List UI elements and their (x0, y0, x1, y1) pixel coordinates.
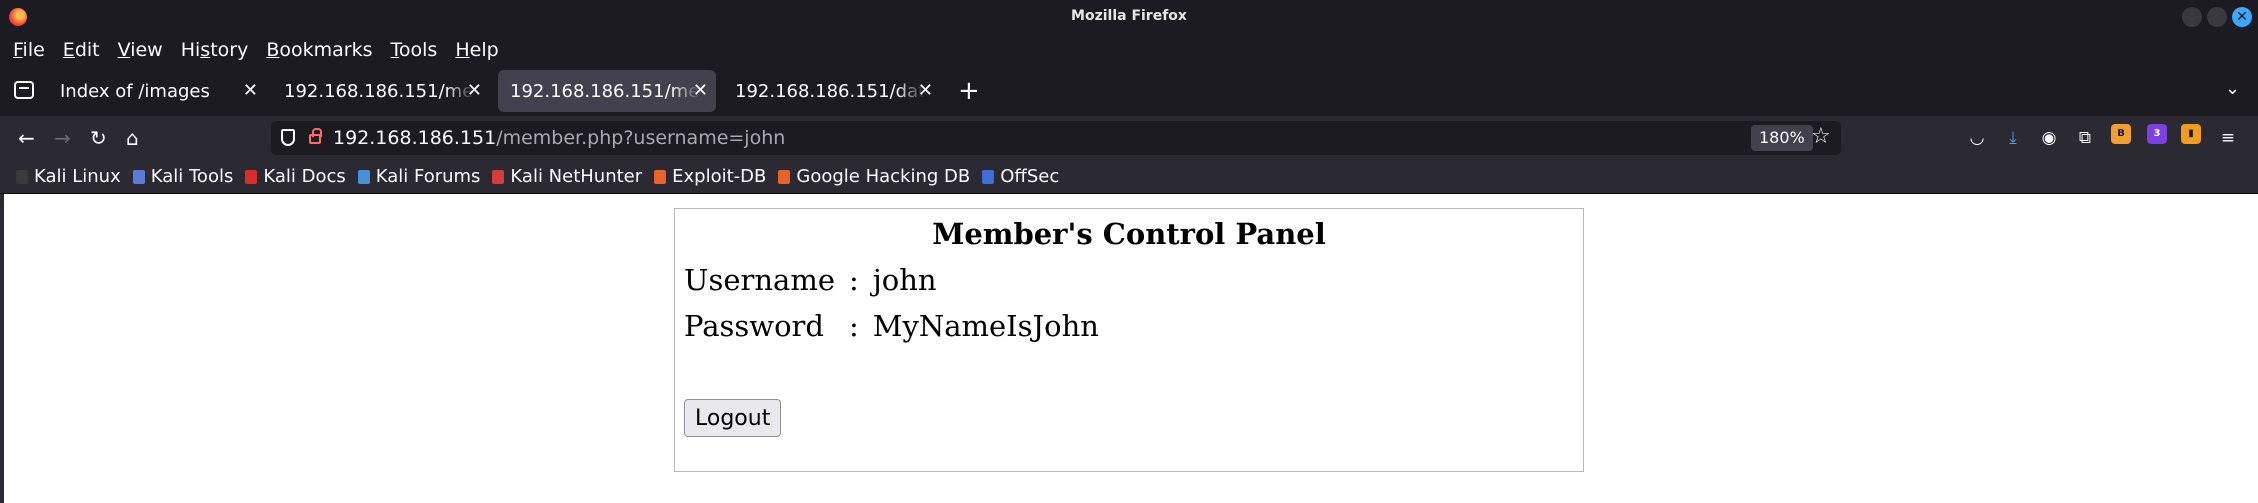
maximize-button[interactable] (2207, 7, 2227, 27)
reload-icon[interactable]: ↻ (90, 126, 107, 150)
zoom-level-button[interactable]: 180% (1751, 125, 1813, 151)
bookmark-favicon-icon (982, 169, 995, 184)
page-title: Member's Control Panel (932, 217, 1326, 251)
forward-arrow-icon[interactable]: → (54, 126, 71, 150)
username-value: john (872, 263, 937, 297)
bookmark-offsec[interactable]: OffSec (982, 166, 1059, 187)
tab-close-icon[interactable]: ✕ (918, 80, 933, 101)
tab-close-icon[interactable]: ✕ (243, 80, 258, 101)
member-control-panel: Member's Control Panel Username : john P… (674, 208, 1584, 472)
table-row: Password : MyNameIsJohn (682, 307, 1101, 353)
page-viewport: Member's Control Panel Username : john P… (0, 194, 2258, 503)
tab-member-php[interactable]: 192.168.186.151/member.php ✕ (272, 70, 490, 112)
tab-label: 192.168.186.151/member.php?username=john (510, 80, 700, 102)
credentials-table: Username : john Password : MyNameIsJohn (682, 261, 1101, 353)
address-bar[interactable]: 192.168.186.151/member.php?username=john… (271, 121, 1841, 155)
bookmark-label: Kali Forums (375, 166, 481, 187)
tab-database[interactable]: 192.168.186.151/database ✕ (723, 70, 941, 112)
bookmark-label: Kali Docs (263, 166, 346, 187)
navigation-toolbar: ← → ↻ ⌂ 192.168.186.151/member.php?usern… (0, 116, 2258, 160)
firefox-view-icon[interactable] (14, 81, 34, 99)
bookmark-label: Kali Tools (150, 166, 234, 187)
extension-purple-icon[interactable]: 3 (2147, 124, 2167, 144)
menu-item-view[interactable]: View (118, 39, 163, 61)
close-window-button[interactable]: ✕ (2232, 7, 2252, 27)
password-value: MyNameIsJohn (872, 309, 1099, 343)
bookmark-label: Google Hacking DB (796, 166, 971, 187)
table-row: Username : john (682, 261, 1101, 307)
tab-label: Index of /images (60, 80, 210, 102)
extension-orange-icon[interactable]: ▮ (2181, 124, 2201, 144)
bookmark-favicon-icon (492, 169, 505, 184)
separator: : (848, 309, 859, 343)
logout-button[interactable]: Logout (684, 399, 782, 437)
bookmarks-toolbar: Kali Linux Kali Tools Kali Docs Kali Forums… (0, 160, 2258, 194)
hamburger-menu-icon[interactable]: ≡ (2218, 128, 2238, 148)
bookmark-favicon-icon (654, 169, 667, 184)
bookmark-label: Kali NetHunter (510, 166, 643, 187)
extensions-icon[interactable]: ⧉ (2075, 128, 2095, 148)
bookmark-kali-tools[interactable]: Kali Tools (132, 166, 234, 187)
bookmark-star-icon[interactable]: ☆ (1811, 124, 1831, 149)
menu-item-help[interactable]: Help (455, 39, 498, 61)
username-label: Username (684, 263, 835, 297)
window-title: Mozilla Firefox (1071, 8, 1187, 24)
bookmark-kali-forums[interactable]: Kali Forums (357, 166, 481, 187)
list-all-tabs-chevron-icon[interactable]: ⌄ (2225, 78, 2240, 99)
extension-badge-count: 3 (2153, 128, 2161, 139)
new-tab-button[interactable]: + (958, 76, 980, 106)
home-icon[interactable]: ⌂ (126, 126, 139, 150)
menu-item-bookmarks[interactable]: Bookmarks (266, 39, 372, 61)
burp-extension-icon[interactable]: B (2111, 124, 2131, 144)
menu-item-history[interactable]: History (181, 39, 249, 61)
pocket-icon[interactable]: ◡ (1967, 128, 1987, 148)
bookmark-favicon-icon (132, 169, 145, 184)
separator: : (848, 263, 859, 297)
tab-label: 192.168.186.151/member.php (284, 80, 474, 102)
bookmark-exploit-db[interactable]: Exploit-DB (654, 166, 766, 187)
bookmark-favicon-icon (357, 169, 370, 184)
back-arrow-icon[interactable]: ← (18, 126, 35, 150)
tab-strip: Index of /images ✕ 192.168.186.151/membe… (0, 66, 2258, 116)
sidebar-edge (0, 194, 4, 503)
url-text[interactable]: 192.168.186.151/member.php?username=john (333, 127, 785, 149)
tab-close-icon[interactable]: ✕ (693, 80, 708, 101)
url-host: 192.168.186.151 (333, 127, 497, 149)
password-label: Password (684, 309, 824, 343)
download-icon[interactable]: ⤓ (2003, 128, 2023, 148)
menu-item-file[interactable]: File (13, 39, 45, 61)
tracking-shield-icon[interactable] (281, 129, 295, 146)
bookmark-kali-docs[interactable]: Kali Docs (245, 166, 346, 187)
minimize-button[interactable] (2182, 7, 2202, 27)
bookmark-label: Exploit-DB (672, 166, 767, 187)
url-path: /member.php?username=john (496, 127, 786, 149)
tab-label: 192.168.186.151/database (735, 80, 925, 102)
tab-close-icon[interactable]: ✕ (467, 80, 482, 101)
bookmark-favicon-icon (778, 169, 791, 184)
menu-item-edit[interactable]: Edit (63, 39, 100, 61)
bookmark-kali-nethunter[interactable]: Kali NetHunter (492, 166, 642, 187)
insecure-lock-icon[interactable] (309, 128, 322, 144)
bookmark-label: OffSec (1000, 166, 1060, 187)
bookmark-kali-linux[interactable]: Kali Linux (16, 166, 121, 187)
account-icon[interactable]: ◉ (2039, 128, 2059, 148)
menu-bar: File Edit View History Bookmarks Tools Help (0, 34, 2258, 66)
tab-member-john-active[interactable]: 192.168.186.151/member.php?username=john… (498, 70, 716, 112)
menu-item-tools[interactable]: Tools (391, 39, 438, 61)
bookmark-label: Kali Linux (34, 166, 121, 187)
window-titlebar: Mozilla Firefox ✕ (0, 0, 2258, 34)
tab-index-images[interactable]: Index of /images ✕ (48, 70, 266, 112)
bookmark-google-hacking-db[interactable]: Google Hacking DB (778, 166, 970, 187)
bookmark-favicon-icon (245, 169, 258, 184)
bookmark-favicon-icon (16, 169, 28, 184)
